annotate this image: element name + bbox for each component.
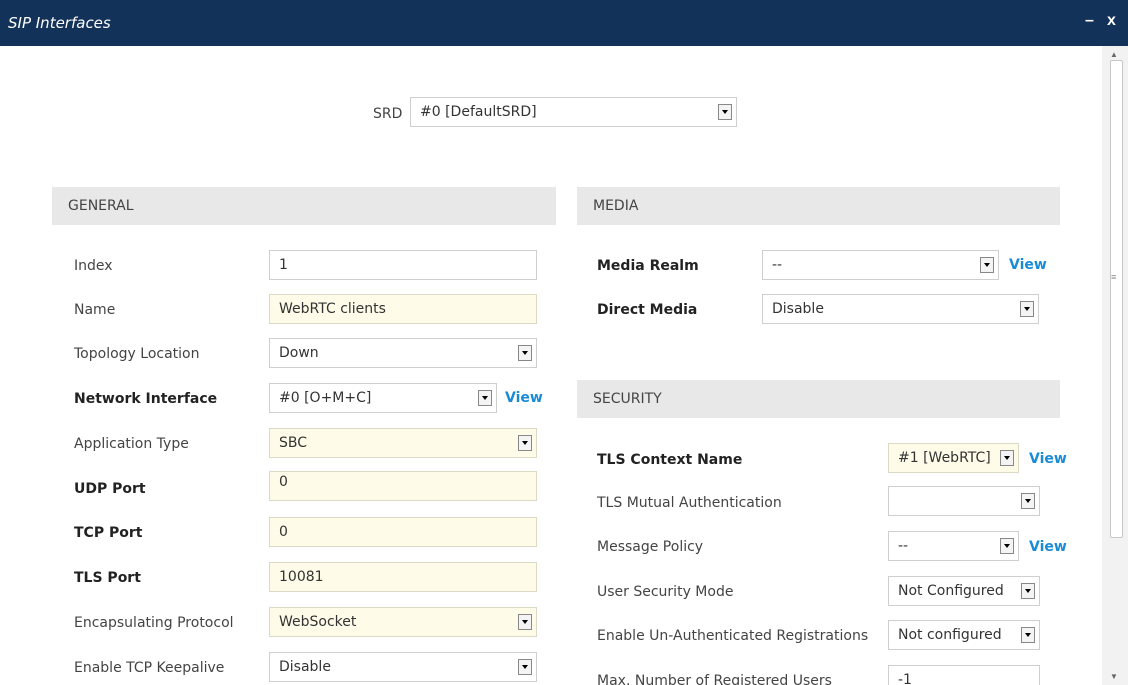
security-section-header: SECURITY: [577, 380, 1060, 418]
tls-context-view-link[interactable]: View: [1029, 451, 1067, 467]
tcp-port-label: TCP Port: [74, 525, 143, 541]
chevron-down-icon: [980, 257, 994, 273]
scroll-down-icon[interactable]: ▼: [1110, 672, 1118, 681]
tcp-keepalive-select[interactable]: Disable: [269, 652, 537, 682]
general-section-header: GENERAL: [52, 187, 556, 225]
direct-media-value: Disable: [772, 301, 824, 317]
name-value: WebRTC clients: [279, 301, 386, 317]
unauth-reg-value: Not configured: [898, 627, 1002, 643]
unauth-reg-label: Enable Un-Authenticated Registrations: [597, 628, 869, 644]
tls-port-value: 10081: [279, 569, 324, 585]
tcp-port-input[interactable]: 0: [269, 517, 537, 547]
tls-context-value: #1 [WebRTC]: [898, 450, 991, 466]
topology-value: Down: [279, 345, 319, 361]
tls-port-input[interactable]: 10081: [269, 562, 537, 592]
tcp-keepalive-value: Disable: [279, 659, 331, 675]
title-bar: SIP Interfaces – x: [0, 0, 1128, 46]
chevron-down-icon: [1021, 493, 1035, 509]
user-security-label: User Security Mode: [597, 584, 734, 600]
udp-port-label: UDP Port: [74, 481, 146, 497]
chevron-down-icon: [1000, 450, 1014, 466]
index-label: Index: [74, 258, 113, 274]
message-policy-value: --: [898, 538, 909, 554]
max-users-input[interactable]: -1: [888, 665, 1040, 685]
media-heading: MEDIA: [593, 198, 639, 214]
srd-value: #0 [DefaultSRD]: [420, 104, 537, 120]
index-input[interactable]: 1: [269, 250, 537, 280]
chevron-down-icon: [518, 345, 532, 361]
chevron-down-icon: [518, 659, 532, 675]
tls-context-select[interactable]: #1 [WebRTC]: [888, 443, 1019, 473]
application-type-select[interactable]: SBC: [269, 428, 537, 458]
message-policy-label: Message Policy: [597, 539, 704, 555]
tls-mutual-select[interactable]: [888, 486, 1040, 516]
chevron-down-icon: [1021, 627, 1035, 643]
media-realm-select[interactable]: --: [762, 250, 999, 280]
media-section-header: MEDIA: [577, 187, 1060, 225]
encapsulating-protocol-value: WebSocket: [279, 614, 357, 630]
direct-media-select[interactable]: Disable: [762, 294, 1039, 324]
close-button[interactable]: x: [1107, 12, 1116, 30]
chevron-down-icon: [518, 614, 532, 630]
direct-media-label: Direct Media: [597, 302, 698, 318]
scrollbar-thumb[interactable]: [1110, 60, 1123, 538]
name-input[interactable]: WebRTC clients: [269, 294, 537, 324]
network-interface-view-link[interactable]: View: [505, 390, 543, 406]
udp-port-value: 0: [279, 474, 288, 490]
tls-port-label: TLS Port: [74, 570, 141, 586]
chevron-down-icon: [1021, 583, 1035, 599]
media-realm-label: Media Realm: [597, 258, 699, 274]
tcp-keepalive-label: Enable TCP Keepalive: [74, 660, 225, 676]
chevron-down-icon: [478, 390, 492, 406]
chevron-down-icon: [518, 435, 532, 451]
message-policy-select[interactable]: --: [888, 531, 1019, 561]
network-interface-value: #0 [O+M+C]: [279, 390, 372, 406]
dialog-content: SRD #0 [DefaultSRD] GENERAL Index 1 Name…: [0, 46, 1102, 685]
user-security-value: Not Configured: [898, 583, 1004, 599]
security-heading: SECURITY: [593, 391, 662, 407]
tcp-port-value: 0: [279, 524, 288, 540]
minimize-button[interactable]: –: [1085, 12, 1094, 30]
window-title: SIP Interfaces: [8, 14, 111, 32]
encapsulating-protocol-label: Encapsulating Protocol: [74, 615, 234, 631]
message-policy-view-link[interactable]: View: [1029, 539, 1067, 555]
chevron-down-icon: [1000, 538, 1014, 554]
media-realm-view-link[interactable]: View: [1009, 257, 1047, 273]
encapsulating-protocol-select[interactable]: WebSocket: [269, 607, 537, 637]
grip-icon: ≡: [1111, 272, 1117, 282]
vertical-scrollbar[interactable]: ▲ ≡ ▼: [1102, 46, 1128, 685]
max-users-value: -1: [898, 672, 912, 685]
srd-label: SRD: [373, 106, 403, 122]
user-security-select[interactable]: Not Configured: [888, 576, 1040, 606]
name-label: Name: [74, 302, 116, 318]
media-realm-value: --: [772, 257, 783, 273]
application-type-label: Application Type: [74, 436, 189, 452]
max-users-label: Max. Number of Registered Users: [597, 673, 832, 685]
topology-label: Topology Location: [74, 346, 200, 362]
scroll-up-icon[interactable]: ▲: [1110, 50, 1118, 59]
topology-select[interactable]: Down: [269, 338, 537, 368]
application-type-value: SBC: [279, 435, 308, 451]
network-interface-select[interactable]: #0 [O+M+C]: [269, 383, 497, 413]
chevron-down-icon: [1020, 301, 1034, 317]
udp-port-input[interactable]: 0: [269, 471, 537, 501]
srd-select[interactable]: #0 [DefaultSRD]: [410, 97, 737, 127]
tls-context-label: TLS Context Name: [597, 452, 743, 468]
general-heading: GENERAL: [68, 198, 134, 214]
unauth-reg-select[interactable]: Not configured: [888, 620, 1040, 650]
network-interface-label: Network Interface: [74, 391, 218, 407]
chevron-down-icon: [718, 104, 732, 120]
index-value: 1: [279, 257, 288, 273]
tls-mutual-label: TLS Mutual Authentication: [597, 495, 782, 511]
